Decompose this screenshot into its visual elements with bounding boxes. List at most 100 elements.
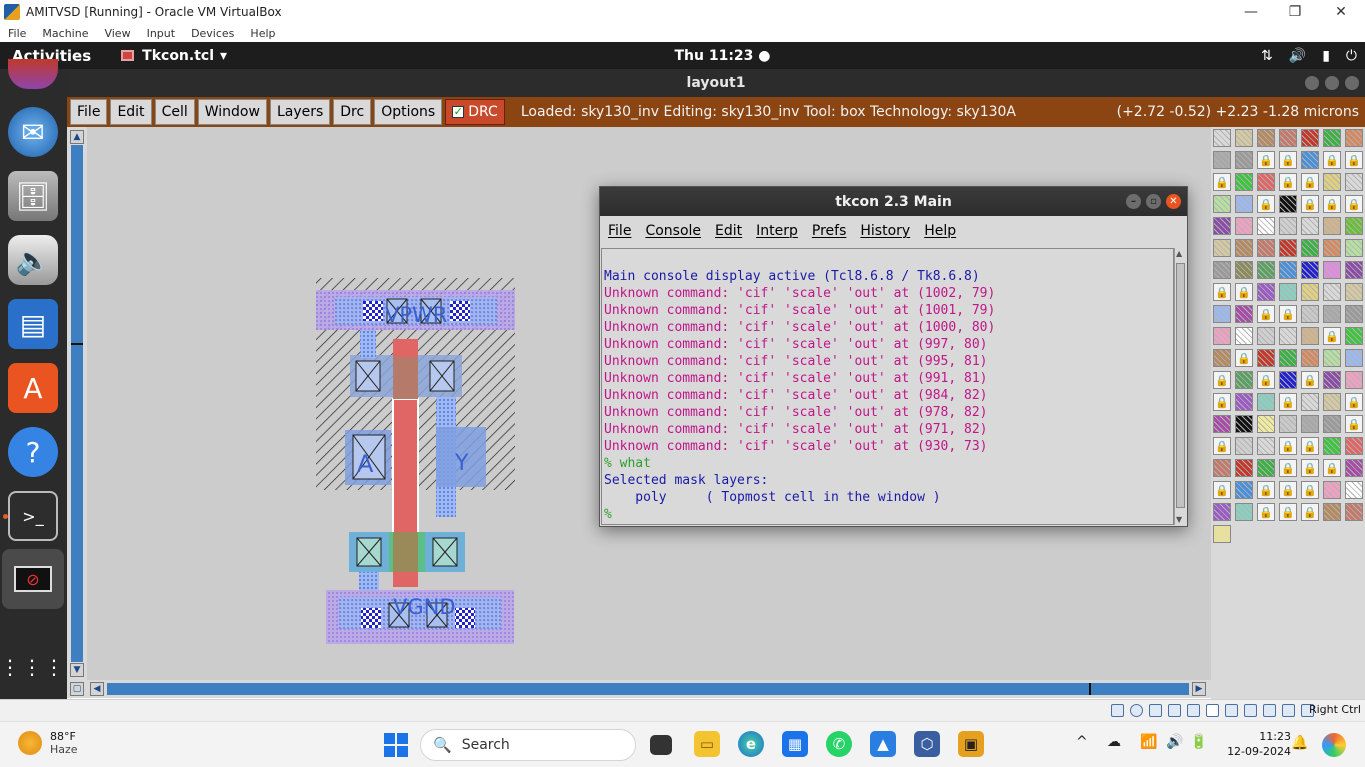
layer-swatch[interactable] bbox=[1235, 459, 1253, 477]
battery-icon[interactable]: ▮ bbox=[1322, 48, 1330, 64]
layer-swatch[interactable] bbox=[1213, 261, 1231, 279]
lock-icon[interactable]: 🔒 bbox=[1213, 371, 1231, 389]
tkcon-menu-edit[interactable]: Edit bbox=[715, 223, 742, 239]
volume-icon[interactable]: 🔊 bbox=[1166, 734, 1183, 750]
layer-swatch[interactable] bbox=[1257, 459, 1275, 477]
scroll-down-icon[interactable]: ▼ bbox=[70, 663, 84, 677]
layer-swatch[interactable] bbox=[1301, 239, 1319, 257]
layer-swatch[interactable] bbox=[1345, 173, 1363, 191]
store-icon[interactable]: ▦ bbox=[782, 731, 808, 757]
layer-swatch[interactable] bbox=[1235, 305, 1253, 323]
vm-window-icon[interactable]: ▣ bbox=[958, 731, 984, 757]
lock-icon[interactable]: 🔒 bbox=[1257, 195, 1275, 213]
lock-icon[interactable]: 🔒 bbox=[1345, 415, 1363, 433]
layer-swatch[interactable] bbox=[1279, 217, 1297, 235]
layer-swatch[interactable] bbox=[1345, 305, 1363, 323]
layer-swatch[interactable] bbox=[1257, 217, 1275, 235]
lock-icon[interactable]: 🔒 bbox=[1213, 437, 1231, 455]
layer-swatch[interactable] bbox=[1235, 503, 1253, 521]
layer-swatch[interactable] bbox=[1213, 525, 1231, 543]
network-icon[interactable]: ⇅ bbox=[1261, 48, 1273, 64]
tkcon-menu-history[interactable]: History bbox=[860, 223, 910, 239]
layer-swatch[interactable] bbox=[1213, 195, 1231, 213]
audio-icon[interactable] bbox=[1149, 704, 1162, 717]
lock-icon[interactable]: 🔒 bbox=[1345, 151, 1363, 169]
console-scrollbar[interactable]: ▲ ▼ bbox=[1174, 248, 1186, 525]
lock-icon[interactable]: 🔒 bbox=[1301, 437, 1319, 455]
scroll-down-icon[interactable]: ▼ bbox=[1176, 515, 1182, 524]
maximize-button[interactable] bbox=[1325, 76, 1339, 90]
copilot-icon[interactable] bbox=[1322, 733, 1346, 757]
layer-swatch[interactable] bbox=[1257, 327, 1275, 345]
console-output[interactable]: Main console display active (Tcl8.6.8 / … bbox=[601, 248, 1174, 525]
volume-icon[interactable]: 🔊 bbox=[1289, 48, 1306, 64]
display-icon[interactable] bbox=[1225, 704, 1238, 717]
layer-swatch[interactable] bbox=[1323, 261, 1341, 279]
firefox-icon[interactable] bbox=[8, 59, 58, 89]
vertical-scrollbar[interactable]: ▲ ▼ bbox=[67, 127, 87, 680]
layer-swatch[interactable] bbox=[1213, 349, 1231, 367]
layer-swatch[interactable] bbox=[1323, 217, 1341, 235]
layer-swatch[interactable] bbox=[1235, 129, 1253, 147]
lock-icon[interactable]: 🔒 bbox=[1345, 195, 1363, 213]
mouse-integration-icon[interactable] bbox=[1282, 704, 1295, 717]
layer-swatch[interactable] bbox=[1257, 239, 1275, 257]
layer-swatch[interactable] bbox=[1345, 239, 1363, 257]
layer-swatch[interactable] bbox=[1345, 371, 1363, 389]
writer-icon[interactable]: ▤ bbox=[8, 299, 58, 349]
lock-icon[interactable]: 🔒 bbox=[1323, 459, 1341, 477]
layer-swatch[interactable] bbox=[1345, 481, 1363, 499]
lock-icon[interactable]: 🔒 bbox=[1213, 481, 1231, 499]
onedrive-icon[interactable]: ☁ bbox=[1107, 734, 1121, 750]
start-button[interactable] bbox=[384, 733, 408, 757]
layer-swatch[interactable] bbox=[1279, 371, 1297, 389]
layer-swatch[interactable] bbox=[1257, 261, 1275, 279]
drc-checkbox[interactable]: ✓ bbox=[452, 106, 465, 118]
lock-icon[interactable]: 🔒 bbox=[1257, 305, 1275, 323]
scroll-left-icon[interactable]: ◀ bbox=[90, 682, 104, 696]
weather-widget[interactable]: 88°F Haze bbox=[18, 730, 78, 756]
host-menu-input[interactable]: Input bbox=[147, 27, 175, 40]
lock-icon[interactable]: 🔒 bbox=[1301, 503, 1319, 521]
layer-swatch[interactable] bbox=[1235, 481, 1253, 499]
harddisk-icon[interactable] bbox=[1111, 704, 1124, 717]
menu-file[interactable]: File bbox=[70, 99, 108, 125]
lock-icon[interactable]: 🔒 bbox=[1345, 393, 1363, 411]
lock-icon[interactable]: 🔒 bbox=[1323, 195, 1341, 213]
layer-swatch[interactable] bbox=[1279, 415, 1297, 433]
system-tray[interactable]: ⇅ 🔊 ▮ ⏻ bbox=[1261, 48, 1357, 64]
lock-icon[interactable]: 🔒 bbox=[1213, 393, 1231, 411]
layer-swatch[interactable] bbox=[1279, 129, 1297, 147]
lock-icon[interactable]: 🔒 bbox=[1213, 173, 1231, 191]
tkcon-menu-interp[interactable]: Interp bbox=[756, 223, 798, 239]
layer-swatch[interactable] bbox=[1301, 349, 1319, 367]
layer-swatch[interactable] bbox=[1323, 481, 1341, 499]
cpu-icon[interactable] bbox=[1263, 704, 1276, 717]
menu-cell[interactable]: Cell bbox=[154, 99, 195, 125]
layer-swatch[interactable] bbox=[1257, 173, 1275, 191]
layer-swatch[interactable] bbox=[1235, 217, 1253, 235]
layer-swatch[interactable] bbox=[1213, 151, 1231, 169]
layer-swatch[interactable] bbox=[1235, 393, 1253, 411]
optical-icon[interactable] bbox=[1130, 704, 1143, 717]
layer-swatch[interactable] bbox=[1301, 305, 1319, 323]
scroll-up-icon[interactable]: ▲ bbox=[1176, 249, 1182, 258]
files-icon[interactable]: 🗄 bbox=[8, 171, 58, 221]
lock-icon[interactable]: 🔒 bbox=[1301, 195, 1319, 213]
layer-swatch[interactable] bbox=[1345, 261, 1363, 279]
host-menu-file[interactable]: File bbox=[8, 27, 26, 40]
virtualbox-icon[interactable]: ⬡ bbox=[914, 731, 940, 757]
menu-window[interactable]: Window bbox=[197, 99, 267, 125]
lock-icon[interactable]: 🔒 bbox=[1257, 151, 1275, 169]
layer-swatch[interactable] bbox=[1323, 129, 1341, 147]
app-icon[interactable]: ⊘ bbox=[2, 549, 64, 609]
lock-icon[interactable]: 🔒 bbox=[1323, 151, 1341, 169]
layer-swatch[interactable] bbox=[1301, 129, 1319, 147]
layer-swatch[interactable] bbox=[1301, 415, 1319, 433]
close-button[interactable] bbox=[1345, 76, 1359, 90]
close-button[interactable]: ✕ bbox=[1166, 194, 1181, 209]
lock-icon[interactable]: 🔒 bbox=[1213, 283, 1231, 301]
menu-drc[interactable]: Drc bbox=[333, 99, 372, 125]
chevron-up-icon[interactable]: ^ bbox=[1076, 734, 1088, 750]
menu-options[interactable]: Options bbox=[374, 99, 443, 125]
